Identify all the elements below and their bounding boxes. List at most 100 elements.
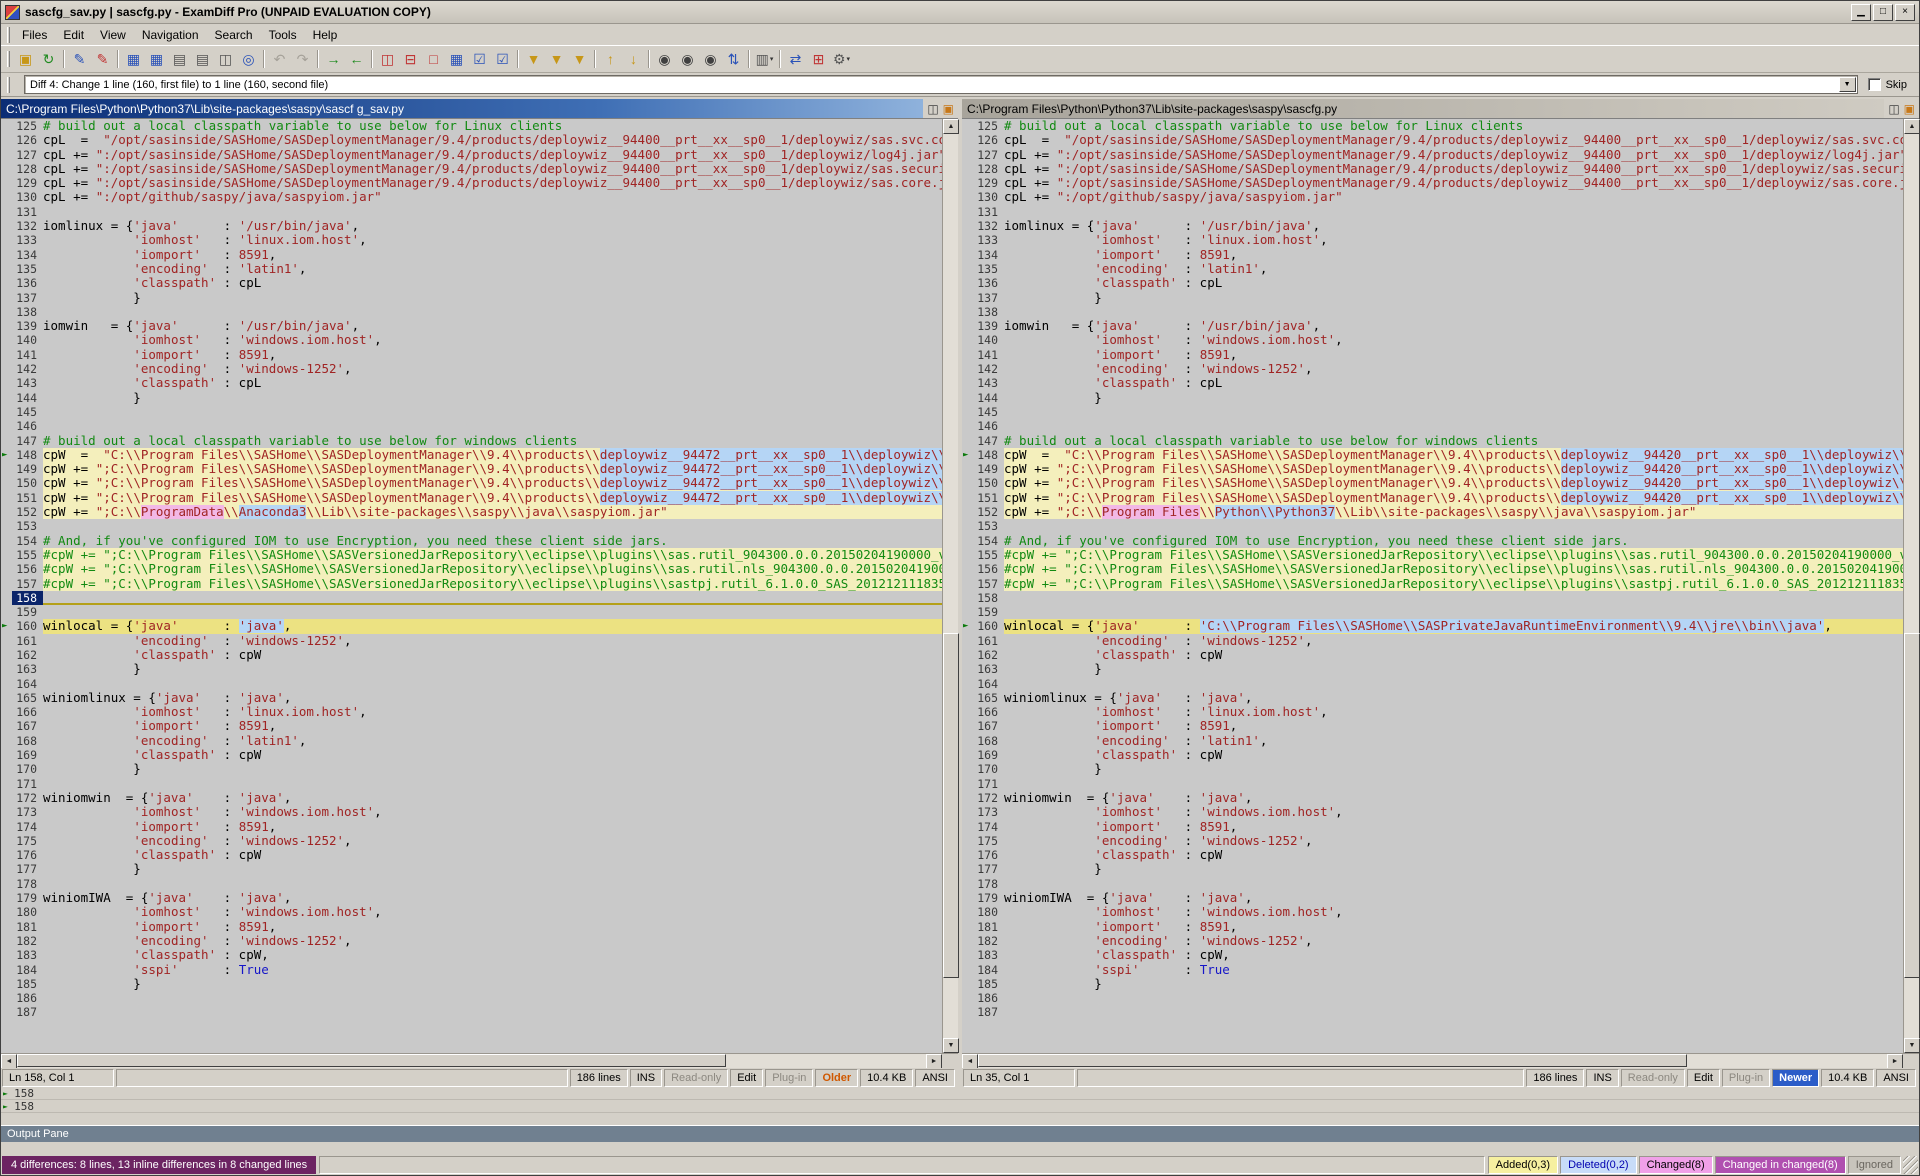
code-line[interactable]: 152cpW += ";C:\\Program Files\\Python\\P…	[962, 505, 1903, 519]
code-line[interactable]: 155#cpW += ";C:\\Program Files\\SASHome\…	[1, 548, 942, 562]
scroll-down-button[interactable]: ▼	[943, 1038, 959, 1053]
code-line[interactable]: 175 'encoding' : 'windows-1252',	[1, 834, 942, 848]
code-area[interactable]: 125# build out a local classpath variabl…	[962, 119, 1903, 1053]
code-line[interactable]: 187	[1, 1005, 942, 1019]
previous-difference-icon[interactable]: ←	[345, 48, 368, 70]
code-line[interactable]: 154# And, if you've configured IOM to us…	[962, 534, 1903, 548]
code-line[interactable]: ►160winlocal = {'java' : 'C:\\Program Fi…	[962, 619, 1903, 633]
code-line[interactable]: 167 'iomport' : 8591,	[1, 719, 942, 733]
horizontal-scrollbar[interactable]: ◄ ►	[1, 1053, 958, 1068]
code-line[interactable]: 184 'sspi' : True	[962, 963, 1903, 977]
print-first-file-icon[interactable]: ▤	[168, 48, 191, 70]
scroll-up-button[interactable]: ▲	[943, 119, 959, 134]
code-line[interactable]: 183 'classpath' : cpW,	[962, 948, 1903, 962]
layout-horizontal-panes-icon[interactable]: ⊟	[399, 48, 422, 70]
code-line[interactable]: 185 }	[962, 977, 1903, 991]
code-line[interactable]: 159	[1, 605, 942, 619]
code-line[interactable]: 180 'iomhost' : 'windows.iom.host',	[1, 905, 942, 919]
pane-edit-icon[interactable]: ▣	[1904, 102, 1915, 116]
code-line[interactable]: 176 'classpath' : cpW	[1, 848, 942, 862]
find-icon[interactable]: ◉	[653, 48, 676, 70]
menu-item-help[interactable]: Help	[305, 26, 346, 44]
code-line[interactable]: 143 'classpath' : cpL	[1, 376, 942, 390]
horizontal-scrollbar-thumb[interactable]	[17, 1054, 726, 1067]
code-line[interactable]: 178	[1, 877, 942, 891]
code-line[interactable]: 175 'encoding' : 'windows-1252',	[962, 834, 1903, 848]
resize-grip-icon[interactable]	[1903, 1156, 1918, 1174]
code-line[interactable]: ►160winlocal = {'java' : 'java',	[1, 619, 942, 633]
code-line[interactable]: 163 }	[962, 662, 1903, 676]
scroll-right-button[interactable]: ►	[1887, 1054, 1903, 1069]
code-line[interactable]: 154# And, if you've configured IOM to us…	[1, 534, 942, 548]
code-line[interactable]: 146	[1, 419, 942, 433]
code-line[interactable]: 129cpL += ":/opt/sasinside/SASHome/SASDe…	[962, 176, 1903, 190]
code-line[interactable]: 161 'encoding' : 'windows-1252',	[1, 634, 942, 648]
code-line[interactable]: 169 'classpath' : cpW	[1, 748, 942, 762]
code-line[interactable]: ►148cpW = "C:\\Program Files\\SASHome\\S…	[962, 448, 1903, 462]
code-line[interactable]: 140 'iomhost' : 'windows.iom.host',	[962, 333, 1903, 347]
plugins-icon[interactable]: ⊞	[807, 48, 830, 70]
code-line[interactable]: 134 'iomport' : 8591,	[1, 248, 942, 262]
first-difference-icon[interactable]: ↑	[599, 48, 622, 70]
layout-vertical-panes-icon[interactable]: ◫	[376, 48, 399, 70]
code-line[interactable]: 176 'classpath' : cpW	[962, 848, 1903, 862]
panes-layout-icon[interactable]: ▥▾	[753, 48, 776, 70]
code-line[interactable]: 133 'iomhost' : 'linux.iom.host',	[962, 233, 1903, 247]
code-line[interactable]: 184 'sspi' : True	[1, 963, 942, 977]
diffbar-grip[interactable]	[7, 77, 10, 93]
code-line[interactable]: 139iomwin = {'java' : '/usr/bin/java',	[1, 319, 942, 333]
menu-item-tools[interactable]: Tools	[261, 26, 305, 44]
code-line[interactable]: 141 'iomport' : 8591,	[1, 348, 942, 362]
print-second-file-icon[interactable]: ▤	[191, 48, 214, 70]
code-line[interactable]: 179winiomIWA = {'java' : 'java',	[962, 891, 1903, 905]
code-line[interactable]: 151cpW += ";C:\\Program Files\\SASHome\\…	[962, 491, 1903, 505]
code-line[interactable]: 149cpW += ";C:\\Program Files\\SASHome\\…	[962, 462, 1903, 476]
code-line[interactable]: 132iomlinux = {'java' : '/usr/bin/java',	[962, 219, 1903, 233]
code-line[interactable]: 131	[1, 205, 942, 219]
menu-grip[interactable]	[7, 27, 10, 43]
code-line[interactable]: 181 'iomport' : 8591,	[1, 920, 942, 934]
code-line[interactable]: 143 'classpath' : cpL	[962, 376, 1903, 390]
pane-edit-icon[interactable]: ▣	[943, 102, 954, 116]
chevron-down-icon[interactable]: ▼	[1839, 77, 1856, 92]
menu-item-search[interactable]: Search	[207, 26, 261, 44]
code-line[interactable]: 132iomlinux = {'java' : '/usr/bin/java',	[1, 219, 942, 233]
code-line[interactable]: 155#cpW += ";C:\\Program Files\\SASHome\…	[962, 548, 1903, 562]
code-line[interactable]: 145	[962, 405, 1903, 419]
code-line[interactable]: 164	[962, 677, 1903, 691]
filter-all-icon[interactable]: ▼	[522, 48, 545, 70]
code-line[interactable]: 128cpL += ":/opt/sasinside/SASHome/SASDe…	[1, 162, 942, 176]
code-line[interactable]: 186	[1, 991, 942, 1005]
code-line[interactable]: 126cpL = "/opt/sasinside/SASHome/SASDepl…	[1, 133, 942, 147]
code-line[interactable]: 173 'iomhost' : 'windows.iom.host',	[962, 805, 1903, 819]
code-line[interactable]: 127cpL += ":/opt/sasinside/SASHome/SASDe…	[1, 148, 942, 162]
code-line[interactable]: ►148cpW = "C:\\Program Files\\SASHome\\S…	[1, 448, 942, 462]
code-line[interactable]: 181 'iomport' : 8591,	[962, 920, 1903, 934]
code-line[interactable]: 146	[962, 419, 1903, 433]
code-line[interactable]: 158	[1, 591, 942, 605]
code-line[interactable]: 138	[1, 305, 942, 319]
menu-item-view[interactable]: View	[92, 26, 134, 44]
code-line[interactable]: 174 'iomport' : 8591,	[1, 820, 942, 834]
code-line[interactable]: 125# build out a local classpath variabl…	[1, 119, 942, 133]
code-line[interactable]: 141 'iomport' : 8591,	[962, 348, 1903, 362]
code-line[interactable]: 152cpW += ";C:\\ProgramData\\Anaconda3\\…	[1, 505, 942, 519]
code-line[interactable]: 137 }	[962, 291, 1903, 305]
code-line[interactable]: 157#cpW += ";C:\\Program Files\\SASHome\…	[1, 577, 942, 591]
code-line[interactable]: 165winiomlinux = {'java' : 'java',	[962, 691, 1903, 705]
code-line[interactable]: 145	[1, 405, 942, 419]
code-line[interactable]: 138	[962, 305, 1903, 319]
code-line[interactable]: 133 'iomhost' : 'linux.iom.host',	[1, 233, 942, 247]
code-line[interactable]: 142 'encoding' : 'windows-1252',	[1, 362, 942, 376]
close-button[interactable]: ×	[1895, 4, 1915, 21]
code-line[interactable]: 169 'classpath' : cpW	[962, 748, 1903, 762]
code-line[interactable]: 172winiomwin = {'java' : 'java',	[962, 791, 1903, 805]
code-line[interactable]: 172winiomwin = {'java' : 'java',	[1, 791, 942, 805]
code-line[interactable]: 136 'classpath' : cpL	[962, 276, 1903, 290]
refresh-icon[interactable]: ↻	[37, 48, 60, 70]
code-line[interactable]: 150cpW += ";C:\\Program Files\\SASHome\\…	[962, 476, 1903, 490]
skip-checkbox-group[interactable]: Skip	[1868, 78, 1911, 91]
code-line[interactable]: 167 'iomport' : 8591,	[962, 719, 1903, 733]
diff-selector-combo[interactable]: Diff 4: Change 1 line (160, first file) …	[24, 75, 1858, 94]
scroll-left-button[interactable]: ◄	[1, 1054, 17, 1069]
